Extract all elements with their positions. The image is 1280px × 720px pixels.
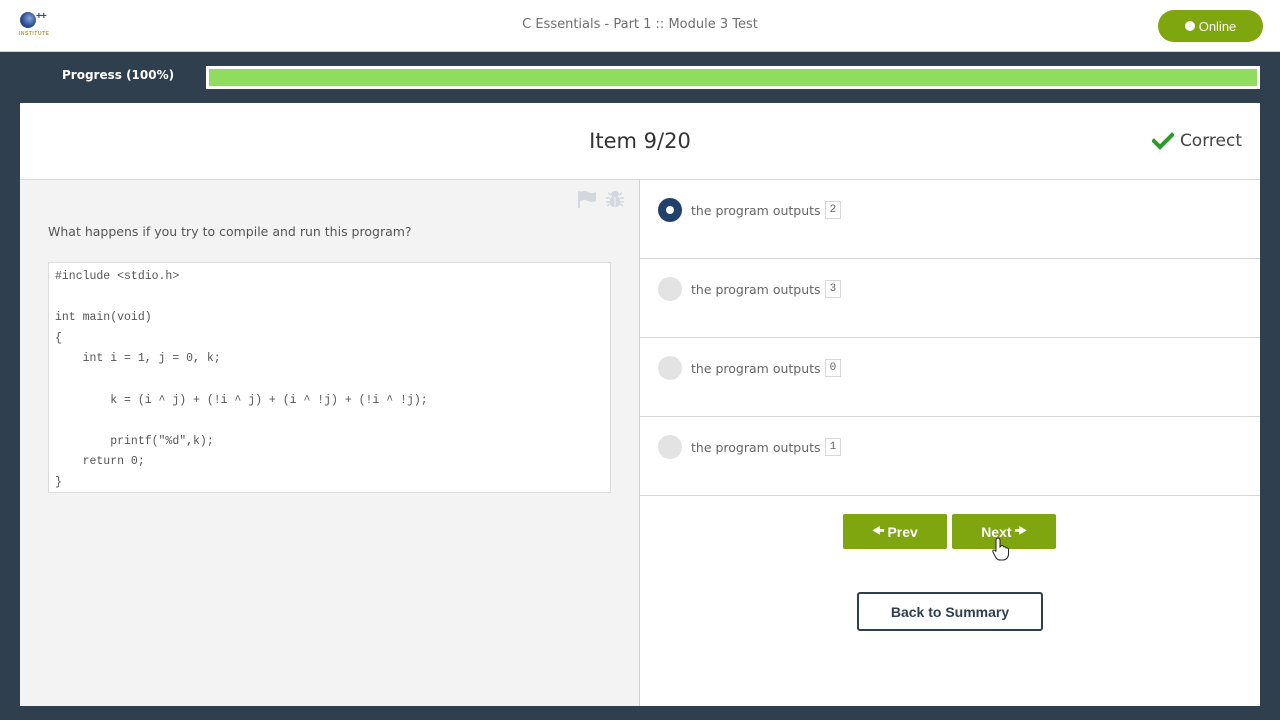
answer-value: 0 <box>824 359 842 377</box>
question-text: What happens if you try to compile and r… <box>48 224 412 239</box>
radio-button[interactable] <box>658 277 682 301</box>
status-label: Correct <box>1179 131 1242 151</box>
question-tools <box>577 190 625 208</box>
code-block: #include <stdio.h> int main(void) { int … <box>48 262 611 493</box>
question-panel: What happens if you try to compile and r… <box>20 180 640 706</box>
online-dot-icon <box>1184 21 1195 31</box>
answer-option[interactable]: the program outputs 3 <box>640 259 1260 338</box>
prev-button[interactable]: 🠜 Prev <box>843 514 947 549</box>
next-label: Next <box>981 523 1012 540</box>
answer-value: 2 <box>824 201 842 219</box>
answer-label: the program outputs 3 <box>691 280 842 298</box>
answer-text: the program outputs <box>691 439 821 455</box>
question-card: Item 9/20 Correct What happens if you tr… <box>20 103 1260 706</box>
answer-text: the program outputs <box>691 281 821 297</box>
code-text: #include <stdio.h> int main(void) { int … <box>55 270 428 489</box>
answer-text: the program outputs <box>691 202 821 218</box>
answer-status: Correct <box>1151 131 1242 151</box>
answer-value: 3 <box>824 280 842 298</box>
progress-fill <box>209 69 1257 86</box>
answer-text: the program outputs <box>691 360 821 376</box>
progress-bar <box>206 66 1260 89</box>
item-title: Item 9/20 <box>589 129 691 153</box>
answer-value: 1 <box>824 438 842 456</box>
card-header: Item 9/20 Correct <box>20 103 1260 180</box>
online-label: Online <box>1198 18 1237 34</box>
next-button[interactable]: Next 🠞 <box>952 514 1056 549</box>
answer-option[interactable]: the program outputs 0 <box>640 338 1260 417</box>
arrow-left-icon: 🠜 <box>872 521 885 538</box>
radio-button[interactable] <box>658 435 682 459</box>
bug-icon[interactable] <box>605 190 625 208</box>
flag-icon[interactable] <box>577 190 597 208</box>
back-to-summary-button[interactable]: Back to Summary <box>857 592 1043 631</box>
prev-label: Prev <box>887 523 918 540</box>
answer-option[interactable]: the program outputs 1 <box>640 417 1260 496</box>
answer-option[interactable]: the program outputs 2 <box>640 180 1260 259</box>
progress-label: Progress (100%) <box>62 68 175 82</box>
answers-panel: the program outputs 2 the program output… <box>640 180 1260 706</box>
check-icon <box>1151 132 1174 150</box>
answer-label: the program outputs 1 <box>691 438 842 456</box>
answer-label: the program outputs 2 <box>691 201 842 219</box>
radio-button[interactable] <box>658 356 682 380</box>
top-bar: ++ INSTITUTE C Essentials - Part 1 :: Mo… <box>0 0 1280 52</box>
progress-row: Progress (100%) <box>0 52 1280 103</box>
online-status-button[interactable]: Online <box>1158 10 1263 42</box>
app-title: C Essentials - Part 1 :: Module 3 Test <box>522 17 758 32</box>
navigation-buttons: 🠜 Prev Next 🠞 <box>843 514 1056 549</box>
answer-label: the program outputs 0 <box>691 359 842 377</box>
radio-button[interactable] <box>658 198 682 222</box>
arrow-right-icon: 🠞 <box>1014 521 1027 538</box>
